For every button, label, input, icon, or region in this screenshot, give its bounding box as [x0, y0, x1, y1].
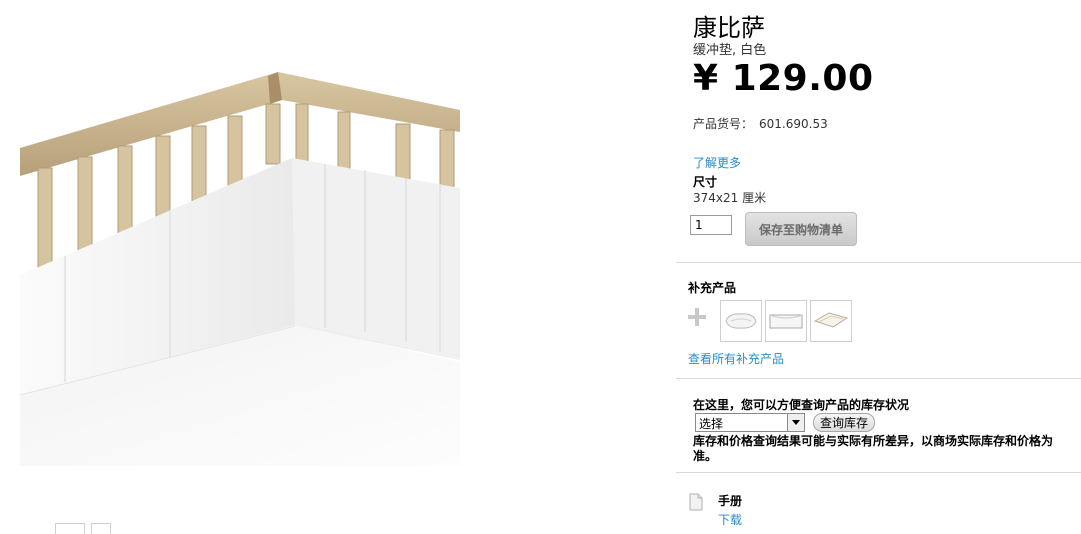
chevron-down-icon[interactable] [787, 414, 804, 431]
folded-pillowcase-icon [813, 312, 849, 328]
pillowcase-icon [769, 314, 803, 329]
divider [676, 472, 1081, 473]
complementary-title: 补充产品 [688, 281, 737, 295]
learn-more-link[interactable]: 了解更多 [693, 154, 741, 171]
plus-icon [686, 306, 708, 328]
store-select[interactable]: 选择 [695, 413, 805, 432]
stock-disclaimer: 库存和价格查询结果可能与实际有所差异，以商场实际库存和价格为准。 [693, 434, 1054, 463]
article-number-value: 601.690.53 [759, 117, 828, 131]
check-stock-button[interactable]: 查询库存 [813, 413, 875, 432]
quantity-input[interactable] [690, 215, 732, 235]
complementary-thumbnail-pillowcase[interactable] [765, 300, 807, 342]
product-description: 缓冲垫, 白色 [693, 43, 767, 58]
complementary-thumbnail-folded-case[interactable] [810, 300, 852, 342]
article-number-row: 产品货号： 601.690.53 [693, 115, 828, 132]
article-number-label: 产品货号： [693, 117, 754, 131]
download-manual-link[interactable]: 下载 [718, 511, 742, 528]
manual-label: 手册 [718, 494, 743, 508]
product-image [19, 70, 460, 466]
save-to-list-button[interactable]: 保存至购物清单 [745, 212, 857, 246]
document-icon [689, 493, 703, 511]
complementary-thumbnail-pillow[interactable] [720, 300, 762, 342]
view-all-complementary-link[interactable]: 查看所有补充产品 [688, 350, 784, 367]
stock-check-title: 在这里，您可以方便查询产品的库存状况 [693, 398, 910, 412]
product-title: 康比萨 [693, 14, 765, 42]
divider [676, 378, 1081, 379]
image-nav-tab[interactable] [91, 523, 111, 534]
store-select-value: 选择 [699, 417, 724, 431]
size-value: 374x21 厘米 [693, 191, 767, 205]
product-price: ¥ 129.00 [693, 58, 874, 99]
image-nav-tab[interactable] [55, 523, 85, 534]
pillow-icon [725, 313, 757, 329]
size-label: 尺寸 [693, 175, 718, 189]
divider [676, 262, 1081, 263]
